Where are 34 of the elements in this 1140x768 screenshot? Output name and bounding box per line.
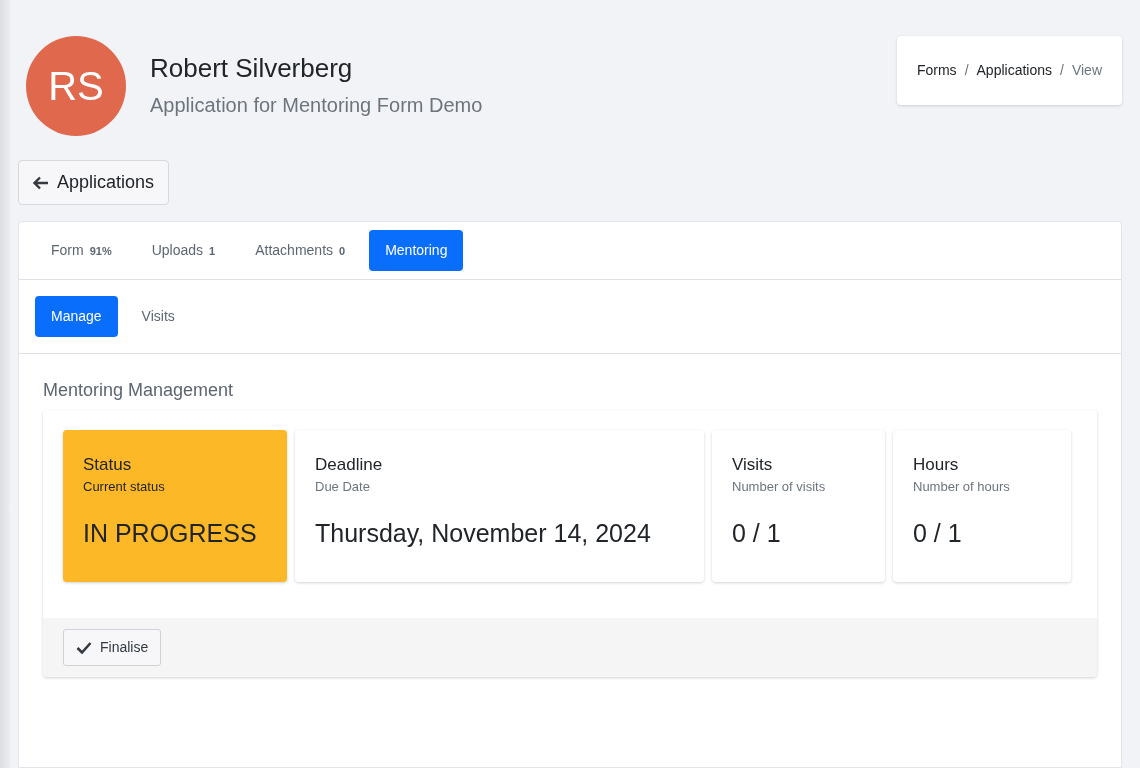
checkmark-icon <box>76 640 92 654</box>
breadcrumb-link[interactable]: Forms <box>916 60 957 81</box>
form-title: Application for Mentoring Form Demo <box>150 92 483 118</box>
tile-title: Status <box>83 453 133 476</box>
tile-title: Deadline <box>315 453 384 476</box>
tab[interactable]: Attachments 0 <box>239 230 362 271</box>
tile-value: IN PROGRESS <box>83 517 258 549</box>
breadcrumb-link[interactable]: Applications <box>976 60 1052 81</box>
tile-value: 0 / 1 <box>913 517 963 549</box>
subtab[interactable]: Manage <box>35 296 118 337</box>
section-title: Mentoring Management <box>42 379 235 402</box>
finalise-button[interactable]: Finalise <box>63 628 162 666</box>
tile-subtitle: Number of visits <box>732 478 827 497</box>
back-button[interactable]: Applications <box>18 160 170 205</box>
tile-value: 0 / 1 <box>732 517 782 549</box>
arrow-left-icon <box>33 175 49 190</box>
tile-title: Hours <box>913 453 960 476</box>
subtab[interactable]: Visits <box>125 296 191 337</box>
tab-count: 91% <box>89 245 112 257</box>
tile-subtitle: Due Date <box>315 478 371 497</box>
tile-value: Thursday, November 14, 2024 <box>315 517 652 549</box>
tile-subtitle: Number of hours <box>913 478 1011 497</box>
applicant-name: Robert Silverberg <box>150 52 354 86</box>
tab[interactable]: Uploads 1 <box>135 230 232 271</box>
tile-title: Visits <box>732 453 774 476</box>
avatar: RS <box>26 36 126 136</box>
breadcrumb-separator: / <box>1060 61 1064 80</box>
breadcrumb-current: View <box>1071 61 1102 80</box>
breadcrumb-separator: / <box>964 61 969 80</box>
tab-count: 1 <box>209 245 216 257</box>
tab[interactable]: Mentoring <box>369 230 464 271</box>
tab[interactable]: Form 91% <box>35 230 128 271</box>
tab-count: 0 <box>339 245 346 257</box>
tile-subtitle: Current status <box>83 478 166 497</box>
